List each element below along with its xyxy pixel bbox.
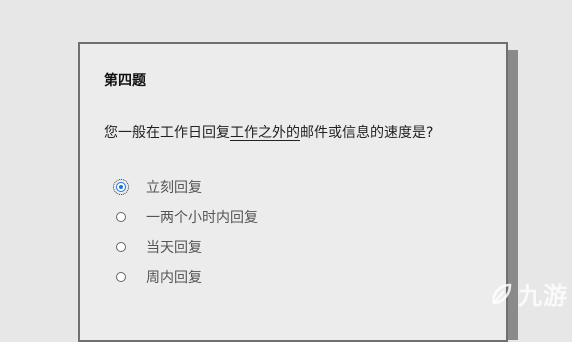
options-list: 立刻回复 一两个小时内回复 当天回复 周内回复 [113,172,258,292]
radio-button-selected[interactable] [113,179,129,195]
option-4[interactable]: 周内回复 [116,262,258,292]
option-label: 一两个小时内回复 [146,210,258,226]
radio-button[interactable] [116,212,126,222]
radio-button[interactable] [116,242,126,252]
option-1[interactable]: 立刻回复 [113,172,258,202]
option-2[interactable]: 一两个小时内回复 [116,202,258,232]
question-text-underlined: 工作之外的 [230,125,300,141]
question-card: 第四题 您一般在工作日回复工作之外的邮件或信息的速度是? 立刻回复 一两个小时内… [78,42,508,342]
radio-button[interactable] [116,272,126,282]
question-title: 第四题 [104,73,146,89]
question-text-before: 您一般在工作日回复 [104,125,230,141]
option-3[interactable]: 当天回复 [116,232,258,262]
option-label: 当天回复 [146,240,202,256]
watermark-text: 九游 [518,282,568,310]
option-label: 周内回复 [146,270,202,286]
question-text: 您一般在工作日回复工作之外的邮件或信息的速度是? [104,122,433,142]
leaf-logo-icon [492,283,512,305]
question-text-after: 邮件或信息的速度是? [300,125,434,141]
option-label: 立刻回复 [146,180,202,196]
